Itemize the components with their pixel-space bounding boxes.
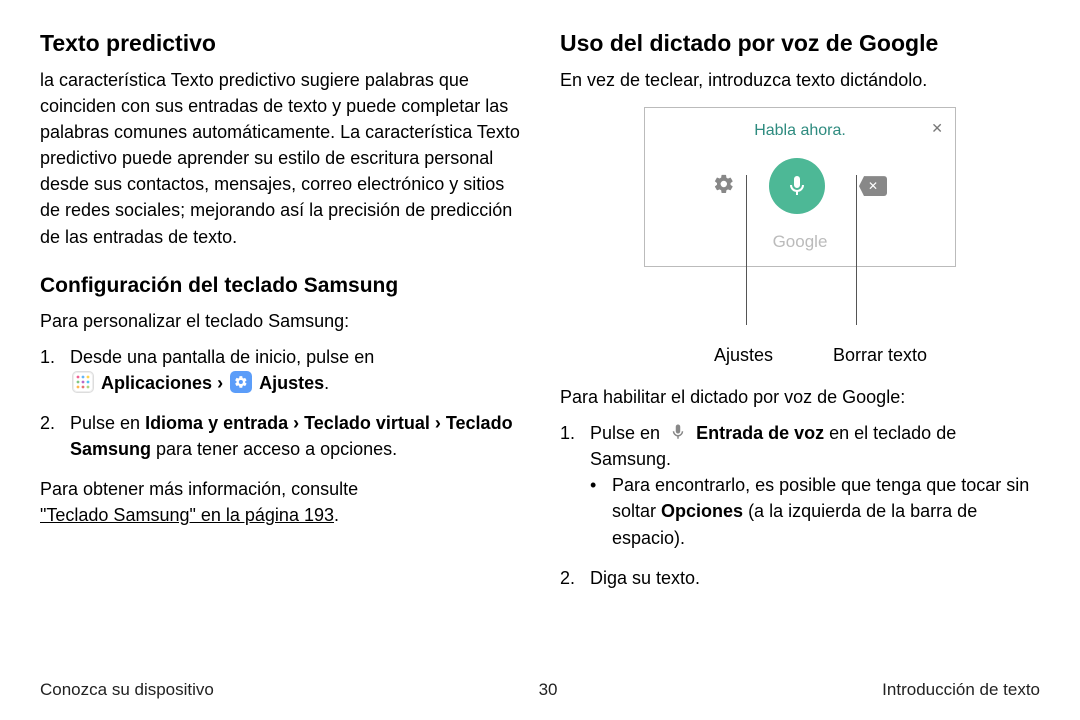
settings-gear-icon xyxy=(230,371,252,393)
backspace-icon[interactable]: ✕ xyxy=(859,176,887,196)
samsung-keyboard-link[interactable]: "Teclado Samsung" en la página 193 xyxy=(40,505,334,525)
footer-right: Introducción de texto xyxy=(882,680,1040,700)
customize-steps: Desde una pantalla de inicio, pulse en A… xyxy=(40,344,520,462)
callout-settings: Ajustes xyxy=(714,345,773,366)
heading-predictive-text: Texto predictivo xyxy=(40,30,520,57)
speak-now-label: Habla ahora. xyxy=(754,122,846,139)
step-2: Pulse en Idioma y entrada › Teclado virt… xyxy=(40,410,520,462)
apps-label: Aplicaciones xyxy=(101,373,212,393)
more-info: Para obtener más información, consulte "… xyxy=(40,476,520,528)
voice-step-2: Diga su texto. xyxy=(560,565,1040,591)
customize-intro: Para personalizar el teclado Samsung: xyxy=(40,308,520,334)
callout-labels: Ajustes Borrar texto xyxy=(644,345,956,366)
apps-grid-icon xyxy=(72,371,94,393)
mic-icon xyxy=(667,421,689,443)
settings-label: Ajustes xyxy=(259,373,324,393)
heading-samsung-keyboard-config: Configuración del teclado Samsung xyxy=(40,274,520,298)
page-footer: Conozca su dispositivo 30 Introducción d… xyxy=(40,680,1040,700)
enable-voice-steps: Pulse en Entrada de voz en el teclado de… xyxy=(560,420,1040,591)
heading-google-voice: Uso del dictado por voz de Google xyxy=(560,30,1040,57)
mic-button[interactable] xyxy=(769,158,825,214)
footer-page-number: 30 xyxy=(539,680,558,700)
left-column: Texto predictivo la característica Texto… xyxy=(40,30,520,605)
voice-settings-icon[interactable] xyxy=(713,173,735,200)
voice-step-1-bullet: Para encontrarlo, es posible que tenga q… xyxy=(590,472,1040,550)
callout-lines xyxy=(644,275,956,345)
footer-left: Conozca su dispositivo xyxy=(40,680,214,700)
predictive-text-description: la característica Texto predictivo sugie… xyxy=(40,67,520,250)
right-column: Uso del dictado por voz de Google En vez… xyxy=(560,30,1040,605)
enable-voice-intro: Para habilitar el dictado por voz de Goo… xyxy=(560,384,1040,410)
step-1: Desde una pantalla de inicio, pulse en A… xyxy=(40,344,520,396)
voice-intro: En vez de teclear, introduzca texto dict… xyxy=(560,67,1040,93)
google-logo: Google xyxy=(645,232,955,252)
callout-delete-text: Borrar texto xyxy=(833,345,927,366)
voice-step-1: Pulse en Entrada de voz en el teclado de… xyxy=(560,420,1040,550)
voice-input-panel: Habla ahora. ✕ ✕ Google xyxy=(644,107,956,267)
close-icon[interactable]: ✕ xyxy=(931,120,943,137)
